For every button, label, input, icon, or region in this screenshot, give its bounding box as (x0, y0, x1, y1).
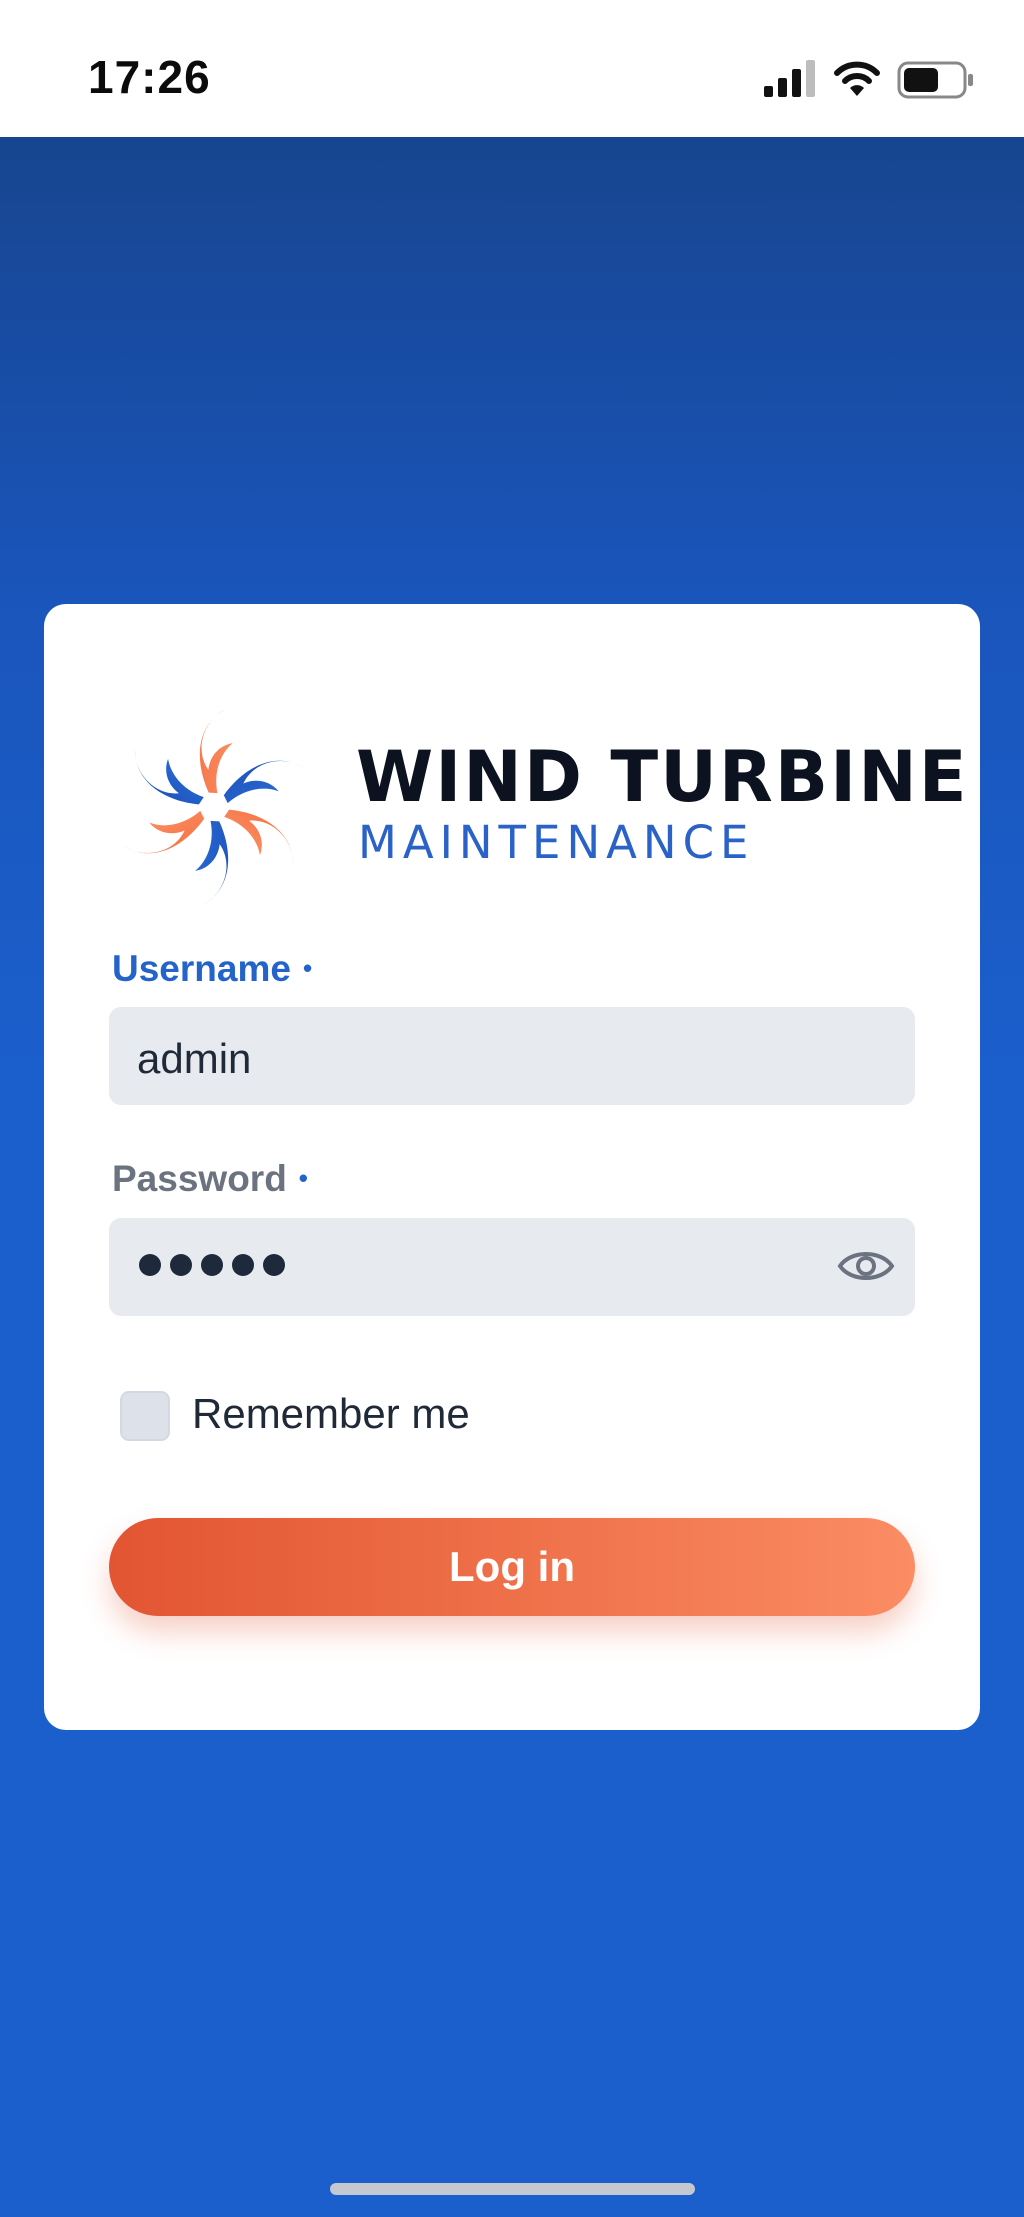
required-marker: • (302, 953, 313, 983)
home-indicator (330, 2183, 695, 2195)
remember-me-label[interactable]: Remember me (192, 1390, 470, 1438)
brand-subtitle: MAINTENANCE (358, 816, 755, 869)
username-label-text: Username (112, 948, 291, 989)
remember-me-checkbox[interactable] (120, 1391, 170, 1441)
signal-icon (764, 60, 815, 97)
battery-icon (897, 61, 973, 99)
password-label: Password • (112, 1158, 308, 1200)
password-masked-value (139, 1254, 285, 1276)
required-marker: • (298, 1163, 308, 1193)
wifi-icon (834, 61, 880, 96)
status-bar: 17:26 (0, 0, 1024, 137)
username-label: Username • (112, 948, 312, 990)
password-label-text: Password (112, 1158, 287, 1199)
password-input[interactable] (109, 1218, 915, 1316)
login-card: WIND TURBINE MAINTENANCE Username • admin… (44, 604, 980, 1730)
username-input[interactable]: admin (109, 1007, 915, 1105)
login-button[interactable]: Log in (109, 1518, 915, 1616)
wind-turbine-logo-icon (123, 709, 305, 905)
status-time: 17:26 (88, 51, 211, 103)
eye-icon[interactable] (837, 1246, 895, 1286)
remember-me-row[interactable]: Remember me (120, 1386, 620, 1442)
username-value: admin (137, 1035, 252, 1082)
brand-title: WIND TURBINE (356, 736, 969, 818)
